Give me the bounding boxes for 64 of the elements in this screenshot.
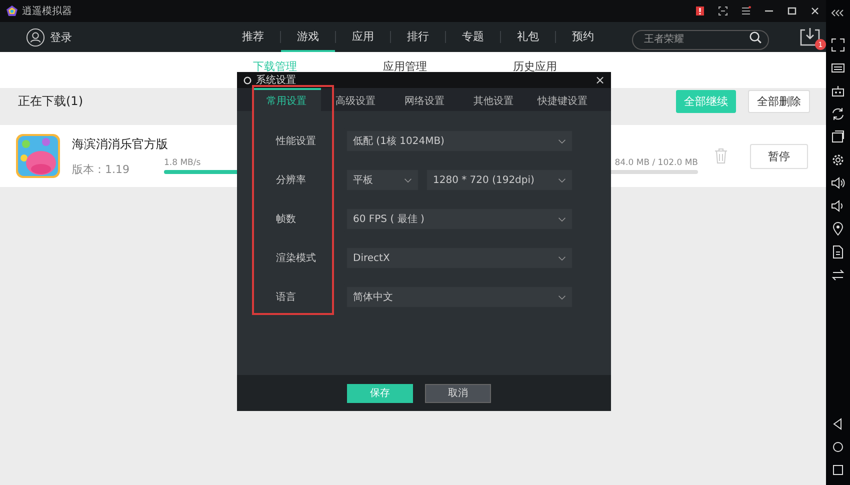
dropdown[interactable]: DirectX	[347, 248, 572, 268]
menu-icon[interactable]	[741, 6, 751, 16]
nav-tab[interactable]: 排行	[391, 22, 445, 52]
pin-icon[interactable]	[831, 222, 845, 236]
login-link[interactable]: 登录	[50, 30, 72, 44]
user-icon[interactable]	[26, 28, 45, 46]
nav-tab[interactable]: 预约	[556, 22, 610, 52]
dropdown[interactable]: 1280 * 720 (192dpi)	[427, 170, 572, 190]
settings-tab[interactable]: 高级设置	[321, 88, 390, 111]
expand-icon[interactable]	[831, 38, 845, 52]
nav-tab[interactable]: 专题	[446, 22, 500, 52]
rotate-icon[interactable]	[831, 107, 845, 121]
dropdown[interactable]: 平板	[347, 170, 418, 190]
dropdown[interactable]: 60 FPS ( 最佳 )	[347, 209, 572, 229]
vol-up-icon[interactable]	[831, 176, 845, 190]
close-icon[interactable]	[810, 6, 820, 16]
settings-tab[interactable]: 其他设置	[459, 88, 528, 111]
download-icon[interactable]	[799, 27, 821, 47]
setting-label: 渲染模式	[275, 252, 317, 265]
robot-icon[interactable]	[831, 84, 845, 98]
chevron-icon	[558, 294, 566, 300]
window-title: 逍遥模拟器	[22, 4, 72, 18]
settings-tab[interactable]: 常用设置	[252, 88, 321, 111]
chevron-icon	[404, 178, 412, 182]
chevron-icon	[558, 216, 566, 222]
settings-tab[interactable]: 网络设置	[390, 88, 459, 111]
home-icon[interactable]	[831, 440, 845, 454]
recent-apps-icon[interactable]	[831, 463, 845, 477]
sub-tab[interactable]: 历史应用	[513, 52, 557, 80]
setting-label: 性能设置	[274, 134, 317, 148]
app-logo-icon	[6, 5, 18, 17]
setting-label: 语言	[275, 290, 297, 304]
dropdown[interactable]: 低配 (1核 1024MB)	[347, 131, 572, 151]
nav-tab[interactable]: 推荐	[226, 22, 280, 52]
dialog-title: 系统设置	[256, 74, 296, 87]
close-button[interactable]: ×	[594, 74, 605, 86]
size-label: 84.0 MB / 102.0 MB	[614, 158, 698, 168]
alert-icon[interactable]	[695, 6, 705, 16]
pause-button[interactable]: 暂停	[750, 144, 808, 168]
game-icon	[16, 134, 60, 178]
screenshot-icon[interactable]	[718, 6, 728, 16]
nav-tab[interactable]: 应用	[336, 22, 390, 52]
file-icon[interactable]	[831, 245, 845, 259]
maximize-icon[interactable]	[787, 6, 797, 16]
keyboard-icon[interactable]	[831, 61, 845, 75]
chevron-icon	[558, 138, 566, 144]
settings-tab[interactable]: 快捷键设置	[528, 88, 597, 111]
chevron-icon	[558, 178, 566, 182]
swap-icon[interactable]	[831, 268, 845, 282]
dropdown[interactable]: 简体中文	[347, 287, 572, 307]
setting-label: 帧数	[275, 212, 297, 226]
version-label: 版本：1.19	[72, 162, 130, 176]
chevron-icon	[558, 256, 566, 260]
cancel-button[interactable]: 取消	[425, 384, 491, 402]
speed-label: 1.8 MB/s	[164, 158, 201, 168]
window-icon[interactable]	[831, 130, 845, 144]
search-field[interactable]: 王者荣耀	[632, 30, 769, 50]
sub-tab[interactable]: 应用管理	[383, 52, 427, 80]
search-icon[interactable]	[749, 30, 762, 44]
setting-label: 分辨率	[275, 174, 307, 187]
vol-down-icon[interactable]	[831, 199, 845, 213]
delete-all-button[interactable]: 全部删除	[748, 90, 810, 112]
section-heading: 正在下载(1)	[18, 92, 83, 110]
nav-tab[interactable]: 礼包	[501, 22, 555, 52]
